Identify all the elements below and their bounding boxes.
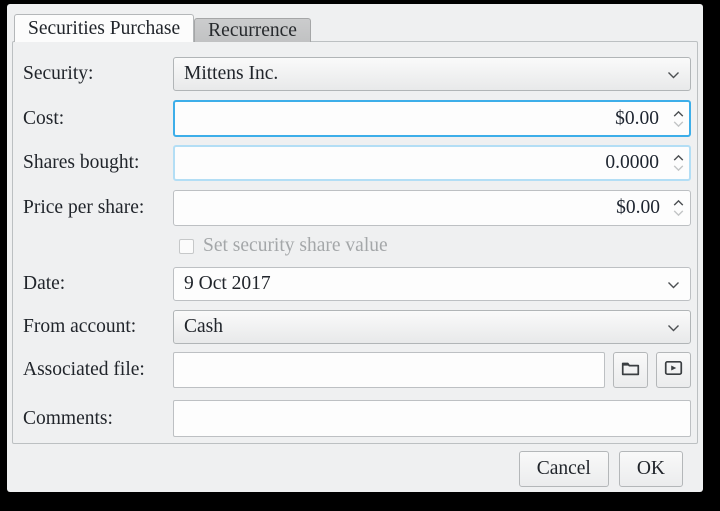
chevron-down-icon	[667, 273, 680, 295]
price-per-share-row: Price per share:	[23, 190, 691, 226]
shares-bought-input[interactable]	[173, 145, 691, 181]
date-label: Date:	[23, 267, 173, 301]
associated-file-row: Associated file:	[23, 352, 691, 388]
spin-up-button[interactable]	[673, 200, 684, 207]
open-file-button[interactable]	[656, 352, 691, 388]
from-account-row: From account: Cash	[23, 310, 691, 344]
spin-down-button[interactable]	[673, 120, 684, 127]
dialog-button-row: Cancel OK	[7, 451, 683, 487]
from-account-dropdown[interactable]: Cash	[173, 310, 691, 344]
spin-down-button[interactable]	[673, 165, 684, 172]
comments-label: Comments:	[23, 400, 173, 437]
open-external-icon	[664, 360, 683, 381]
associated-file-input[interactable]	[173, 352, 605, 388]
comments-row: Comments:	[23, 400, 691, 437]
set-security-share-value-row: Set security share value	[179, 235, 691, 257]
chevron-down-icon	[667, 63, 680, 85]
securities-purchase-dialog: Securities Purchase Recurrence Security:…	[7, 4, 703, 492]
price-per-share-label: Price per share:	[23, 190, 173, 226]
shares-bought-label: Shares bought:	[23, 145, 173, 181]
chevron-down-icon	[667, 316, 680, 338]
date-value: 9 Oct 2017	[184, 273, 271, 295]
cost-label: Cost:	[23, 100, 173, 137]
browse-file-button[interactable]	[613, 352, 648, 388]
date-row: Date: 9 Oct 2017	[23, 267, 691, 301]
set-security-share-value-label: Set security share value	[203, 235, 388, 257]
tab-label: Recurrence	[208, 20, 297, 42]
cancel-button[interactable]: Cancel	[519, 451, 609, 487]
from-account-value: Cash	[184, 316, 223, 338]
associated-file-label: Associated file:	[23, 352, 173, 388]
date-dropdown[interactable]: 9 Oct 2017	[173, 267, 691, 301]
tab-content-frame: Security: Mittens Inc. Cost:	[12, 41, 698, 444]
tab-securities-purchase[interactable]: Securities Purchase	[14, 14, 194, 42]
tab-recurrence[interactable]: Recurrence	[194, 18, 311, 42]
price-per-share-spinbox	[173, 190, 691, 226]
cost-row: Cost:	[23, 100, 691, 137]
security-dropdown[interactable]: Mittens Inc.	[173, 57, 691, 91]
security-row: Security: Mittens Inc.	[23, 57, 691, 91]
shares-bought-spinbox	[173, 145, 691, 181]
cost-spinbox	[173, 100, 691, 137]
security-value: Mittens Inc.	[184, 63, 278, 85]
tab-label: Securities Purchase	[28, 18, 180, 40]
screen-background: Securities Purchase Recurrence Security:…	[0, 0, 720, 511]
cost-input[interactable]	[173, 100, 691, 137]
comments-input[interactable]	[173, 400, 691, 437]
shares-bought-row: Shares bought:	[23, 145, 691, 181]
spin-up-button[interactable]	[673, 155, 684, 162]
ok-button[interactable]: OK	[619, 451, 683, 487]
spin-down-button[interactable]	[673, 210, 684, 217]
spin-up-button[interactable]	[673, 110, 684, 117]
price-per-share-input[interactable]	[173, 190, 691, 226]
folder-open-icon	[621, 360, 640, 381]
security-label: Security:	[23, 57, 173, 91]
tab-bar: Securities Purchase Recurrence	[7, 14, 703, 42]
from-account-label: From account:	[23, 310, 173, 344]
set-security-share-value-checkbox[interactable]	[179, 239, 194, 254]
